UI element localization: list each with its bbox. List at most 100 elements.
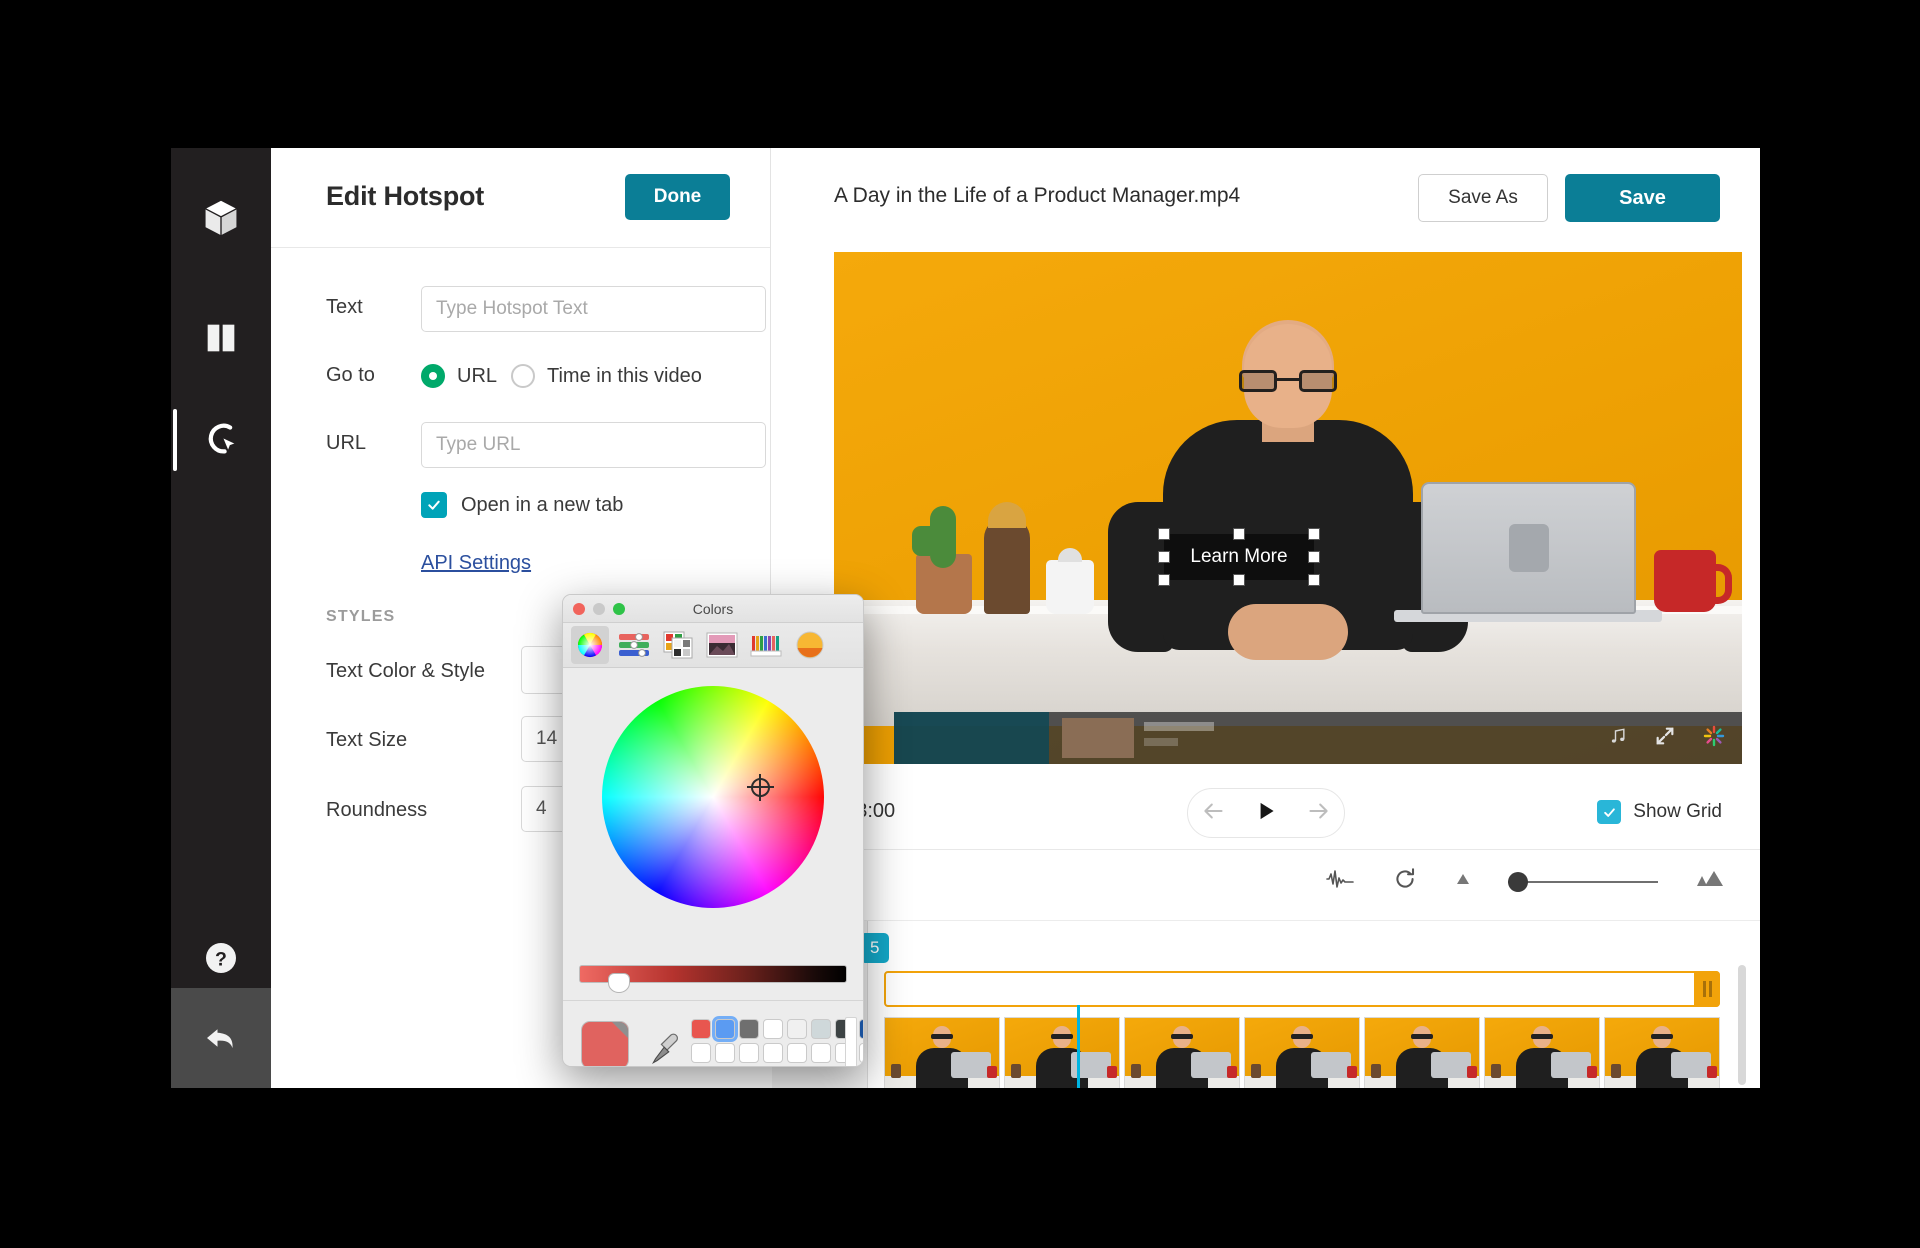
video-filename: A Day in the Life of a Product Manager.m… [834,184,1241,207]
left-rail: ? [171,148,271,1088]
track-resize-handle[interactable] [1694,971,1720,1007]
color-wheel-tab[interactable] [571,626,609,664]
swatch[interactable] [811,1019,831,1039]
fullscreen-icon[interactable] [1654,725,1676,752]
video-workspace: A Day in the Life of a Product Manager.m… [772,148,1760,1088]
open-new-tab-label: Open in a new tab [461,493,624,516]
zoom-out-icon[interactable] [1454,871,1472,892]
coffee-mug [1654,550,1732,612]
swatch-empty[interactable] [811,1043,831,1063]
radio-url[interactable]: URL [421,364,497,388]
swatch-empty[interactable] [859,1043,863,1063]
resize-handle-se[interactable] [1308,574,1320,586]
video-header: A Day in the Life of a Product Manager.m… [772,148,1760,248]
filmstrip-frame[interactable] [1364,1017,1480,1088]
dialog-title: Colors [692,601,734,617]
colors-dialog[interactable]: Colors [562,594,864,1067]
eyedropper-icon[interactable] [651,1031,679,1065]
hotspot-cursor-icon [199,418,243,462]
arrow-right-icon[interactable] [1305,798,1331,829]
save-as-button[interactable]: Save As [1418,174,1548,222]
swatch[interactable] [763,1019,783,1039]
show-grid-box [1597,800,1622,824]
zoom-slider[interactable] [1508,871,1658,892]
show-grid-checkbox[interactable]: Show Grid [1597,800,1722,824]
person-hands [1228,604,1348,660]
save-button[interactable]: Save [1565,174,1720,222]
custom-color-tab[interactable] [791,626,829,664]
sidebar-item-back[interactable] [171,988,271,1088]
laptop [1421,482,1636,614]
checkbox-box [421,492,447,518]
color-wheel[interactable] [602,686,824,908]
resize-handle-sw[interactable] [1158,574,1170,586]
current-color-swatch[interactable] [581,1021,629,1066]
play-icon[interactable] [1253,798,1279,829]
sidebar-item-library[interactable] [171,168,271,268]
music-note-icon[interactable] [1608,725,1628,752]
radio-time-label: Time in this video [547,364,702,387]
filmstrip-frame[interactable] [1244,1017,1360,1088]
playhead[interactable] [1077,1005,1080,1088]
swatch[interactable] [691,1019,711,1039]
filmstrip-frame[interactable] [1484,1017,1600,1088]
text-label: Text [326,296,363,318]
api-settings-link[interactable]: API Settings [421,552,531,575]
pencils-tab[interactable] [747,626,785,664]
swatch-pane [563,1001,863,1066]
waveform-icon[interactable] [1326,867,1356,896]
dialog-titlebar[interactable]: Colors [563,595,863,623]
zoom-slider-knob[interactable] [1508,871,1528,892]
hotspot-text-input[interactable] [421,286,766,332]
resize-handle-w[interactable] [1158,551,1170,563]
filmstrip-frame[interactable] [884,1017,1000,1088]
url-label: URL [326,432,367,454]
zoom-in-icon[interactable] [1694,870,1724,893]
url-input[interactable] [421,422,766,468]
swatch[interactable] [859,1019,863,1039]
video-stage[interactable]: Learn More [834,252,1742,764]
swatch-empty[interactable] [715,1043,735,1063]
refresh-icon[interactable] [1392,866,1418,897]
swatch-scrollbar[interactable] [845,1017,857,1066]
color-palettes-tab[interactable] [659,626,697,664]
radio-time-in-video[interactable]: Time in this video [511,364,702,388]
resize-handle-nw[interactable] [1158,528,1170,540]
hotspot-track[interactable] [884,971,1720,1007]
swatch[interactable] [787,1019,807,1039]
sidebar-item-split[interactable] [171,288,271,388]
active-indicator [173,409,177,471]
done-button[interactable]: Done [625,174,730,220]
swatch-selected[interactable] [712,1016,738,1042]
sidebar-item-hotspot[interactable] [171,390,271,490]
film-split-icon [201,318,241,358]
swatch[interactable] [739,1019,759,1039]
color-wheel-pane[interactable] [563,668,863,953]
show-grid-label: Show Grid [1633,801,1722,822]
swatch-empty[interactable] [787,1043,807,1063]
image-palettes-tab[interactable] [703,626,741,664]
text-size-label: Text Size [326,729,408,751]
color-wheel-crosshair[interactable] [747,774,774,801]
open-new-tab-checkbox[interactable]: Open in a new tab [421,492,623,518]
color-sliders-tab[interactable] [615,626,653,664]
timeline-scrollbar[interactable] [1738,965,1746,1085]
swatch-empty[interactable] [763,1043,783,1063]
playback-controls-row: / 03:00 Show Grid [772,776,1760,850]
radio-url-label: URL [457,364,498,387]
filmstrip-frame[interactable] [1004,1017,1120,1088]
resize-handle-e[interactable] [1308,551,1320,563]
resize-handle-s[interactable] [1233,574,1245,586]
filmstrip[interactable] [884,1017,1720,1088]
brand-burst-icon[interactable] [1702,724,1726,753]
swatch-empty[interactable] [691,1043,711,1063]
filmstrip-frame[interactable] [1604,1017,1720,1088]
filmstrip-frame[interactable] [1124,1017,1240,1088]
resize-handle-n[interactable] [1233,528,1245,540]
swatch-empty[interactable] [739,1043,759,1063]
arrow-left-icon[interactable] [1201,798,1227,829]
hotspot-learn-more[interactable]: Learn More [1158,528,1320,586]
back-arrow-icon [200,1017,242,1059]
embedded-player-bar [894,712,1742,764]
resize-handle-ne[interactable] [1308,528,1320,540]
